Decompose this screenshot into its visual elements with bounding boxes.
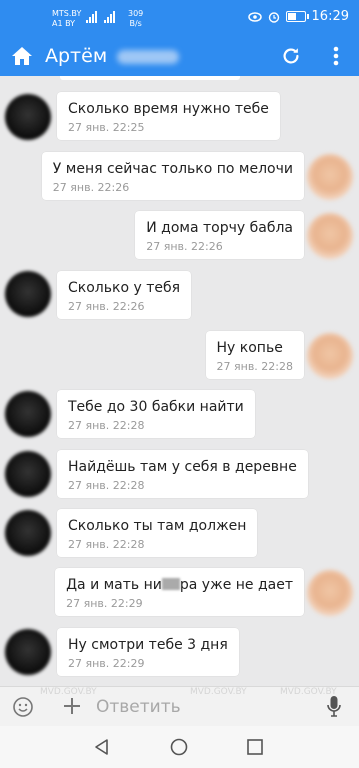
avatar[interactable]: [307, 213, 353, 259]
reply-input[interactable]: [96, 693, 316, 721]
message-text: Ну копье: [216, 340, 283, 356]
message-time: 27 янв. 22:25: [68, 121, 145, 134]
recent-apps-icon[interactable]: [247, 739, 263, 755]
avatar[interactable]: [307, 154, 353, 200]
eye-icon: [247, 11, 262, 22]
speed-unit: B/s: [129, 19, 142, 28]
carrier-1: MTS.BY: [52, 9, 82, 18]
message-time: 27 янв. 22:28: [216, 360, 293, 373]
message-text-part: Да и мать ни: [66, 577, 162, 593]
reply-composer: MVD.GOV.BY MVD.GOV.BY MVD.GOV.BY: [0, 686, 359, 727]
message-text-part: ра уже не дает: [179, 577, 293, 593]
mic-icon[interactable]: [326, 695, 342, 719]
avatar[interactable]: [307, 333, 353, 379]
alarm-icon: [268, 11, 279, 23]
message-bubble[interactable]: Ну копье 27 янв. 22:28: [205, 331, 304, 379]
smile-icon[interactable]: [12, 696, 34, 718]
censored-word: [161, 578, 180, 590]
message-bubble[interactable]: Сколько ты там должен 27 янв. 22:28: [57, 509, 258, 557]
avatar[interactable]: [5, 510, 51, 556]
message-text: У меня сейчас только по мелочи: [52, 161, 293, 177]
message-text: Да и мать ни ра уже не дает: [66, 576, 293, 594]
message-text: Ну смотри тебе 3 дня: [68, 637, 228, 653]
message-time: 27 янв. 22:28: [68, 538, 145, 551]
battery-icon: [285, 11, 309, 22]
message-time: 27 янв. 22:26: [52, 181, 130, 194]
message-text: И дома торчу бабла: [146, 220, 293, 236]
top-app-bar: Артём: [0, 36, 359, 76]
censored-surname: [117, 49, 180, 64]
back-icon[interactable]: [93, 738, 111, 756]
clock: 16:29: [311, 9, 349, 24]
avatar[interactable]: [5, 391, 51, 437]
avatar[interactable]: [5, 451, 51, 497]
message-time: 27 янв. 22:29: [66, 597, 143, 610]
avatar[interactable]: [5, 629, 51, 675]
message-time: 27 янв. 22:29: [68, 657, 145, 670]
message-bubble[interactable]: Тебе до 30 бабки найти 27 янв. 22:28: [57, 390, 255, 438]
home-icon[interactable]: [10, 44, 34, 68]
plus-icon[interactable]: [62, 696, 82, 716]
avatar[interactable]: [5, 271, 51, 317]
message-time: 27 янв. 22:28: [68, 479, 145, 492]
signal-icon: [86, 11, 115, 23]
home-nav-icon[interactable]: [170, 738, 188, 756]
status-right: 16:29: [247, 9, 349, 24]
network-speed: 309 B/s: [128, 9, 143, 29]
message-text: Тебе до 30 бабки найти: [68, 399, 244, 415]
carrier-2: A1 BY: [52, 19, 76, 28]
previous-message-edge: [60, 76, 240, 80]
message-bubble[interactable]: У меня сейчас только по мелочи 27 янв. 2…: [41, 152, 304, 200]
message-bubble[interactable]: Сколько у тебя 27 янв. 22:26: [57, 271, 192, 319]
more-vert-icon[interactable]: [330, 44, 342, 68]
message-bubble[interactable]: Сколько время нужно тебе 27 янв. 22:25: [57, 92, 280, 140]
conversation-title: Артём: [45, 44, 180, 68]
status-bar: MTS.BY A1 BY 309 B/s 16:29: [0, 0, 359, 36]
message-bubble[interactable]: Да и мать ни ра уже не дает 27 янв. 22:29: [55, 568, 304, 616]
message-bubble[interactable]: Ну смотри тебе 3 дня 27 янв. 22:29: [57, 628, 239, 676]
message-bubble[interactable]: Найдёшь там у себя в деревне 27 янв. 22:…: [57, 450, 308, 498]
message-text: Найдёшь там у себя в деревне: [68, 459, 297, 475]
message-list[interactable]: Сколько время нужно тебе 27 янв. 22:25 У…: [0, 76, 359, 686]
message-text: Сколько у тебя: [68, 280, 181, 296]
message-text: Сколько ты там должен: [68, 518, 247, 534]
system-nav-bar: [0, 726, 359, 768]
speed-value: 309: [128, 9, 144, 18]
message-time: 27 янв. 22:26: [146, 240, 223, 253]
message-text: Сколько время нужно тебе: [68, 101, 269, 117]
message-bubble[interactable]: И дома торчу бабла 27 янв. 22:26: [135, 211, 304, 259]
refresh-icon[interactable]: [280, 45, 302, 67]
contact-name: Артём: [45, 45, 108, 67]
message-time: 27 янв. 22:28: [68, 419, 145, 432]
avatar[interactable]: [5, 94, 51, 140]
avatar[interactable]: [307, 570, 353, 616]
message-time: 27 янв. 22:26: [68, 300, 145, 313]
carrier-info: MTS.BY A1 BY: [52, 9, 81, 29]
